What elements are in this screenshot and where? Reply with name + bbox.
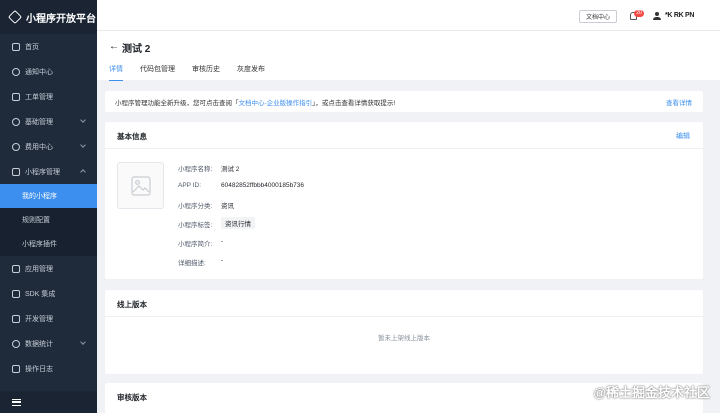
- info-row-category: 小程序分类: 资讯: [178, 200, 234, 210]
- brand[interactable]: 小程序开放平台: [0, 0, 97, 34]
- page-title: 测试 2: [122, 44, 151, 55]
- chevron-down-icon: [80, 142, 86, 148]
- sidebar-collapse[interactable]: [0, 391, 97, 413]
- basic-info-card: 基本信息 编辑 小程序名称: 测试 2 APP ID: 60482852ffbbb4…: [105, 122, 703, 279]
- app-icon-placeholder: [117, 162, 164, 209]
- tab-gray-release[interactable]: 灰度发布: [237, 64, 265, 81]
- tab-details[interactable]: 详情: [109, 64, 123, 81]
- info-row-tag: 小程序标签: 资讯行情: [178, 217, 255, 229]
- sidebar-item-label: 数据统计: [25, 340, 53, 348]
- app-category-value: 资讯: [221, 203, 234, 210]
- log-icon: [12, 364, 20, 373]
- info-row-description: 详细描述: -: [178, 257, 224, 267]
- card-title: 审核版本: [117, 393, 147, 402]
- gear-icon: [12, 117, 20, 126]
- ticket-icon: [12, 92, 20, 101]
- sidebar-item-dev[interactable]: 开发管理: [0, 306, 97, 331]
- sidebar-item-notifications[interactable]: 通知中心: [0, 59, 97, 84]
- user-icon[interactable]: [653, 12, 661, 20]
- sidebar-item-home[interactable]: 首页: [0, 34, 97, 59]
- sidebar-item-label: 费用中心: [25, 143, 53, 151]
- top-bar: 文档中心 20 *K RK PN: [97, 0, 720, 31]
- sidebar-item-label: SDK 集成: [25, 290, 56, 298]
- platform-logo-icon: [7, 9, 23, 25]
- back-arrow-icon[interactable]: ←: [109, 41, 119, 52]
- sidebar-item-my-miniprogram[interactable]: 我的小程序: [0, 184, 97, 208]
- empty-state: 暂未上架线上版本: [378, 335, 430, 342]
- tab-code-packages[interactable]: 代码包管理: [140, 64, 175, 81]
- app-id-value: 60482852ffbbb4000185b736: [221, 182, 305, 189]
- sidebar-item-label: 基础管理: [25, 118, 53, 126]
- divider: [105, 148, 703, 149]
- sidebar-item-tickets[interactable]: 工单管理: [0, 84, 97, 109]
- chart-icon: [12, 339, 20, 348]
- sidebar-item-label: 操作日志: [25, 365, 53, 373]
- watermark: @稀土掘金技术社区: [593, 385, 710, 400]
- app-description-value: -: [221, 257, 224, 264]
- info-row-intro: 小程序简介: -: [178, 238, 224, 248]
- home-icon: [12, 42, 20, 51]
- chevron-up-icon: [80, 169, 86, 175]
- tab-review-history[interactable]: 审核历史: [192, 64, 220, 81]
- page-header: ← 测试 2 详情 代码包管理 审核历史 灰度发布: [97, 31, 720, 81]
- sidebar-item-apps[interactable]: 应用管理: [0, 256, 97, 281]
- sidebar-item-label: 工单管理: [25, 93, 53, 101]
- sidebar-item-sdk[interactable]: SDK 集成: [0, 281, 97, 306]
- chevron-down-icon: [80, 117, 86, 123]
- view-details-link[interactable]: 查看详情: [666, 97, 692, 107]
- apps-icon: [12, 264, 20, 273]
- bell-icon: [12, 67, 20, 76]
- image-icon: [131, 176, 151, 196]
- sidebar-item-billing[interactable]: 费用中心: [0, 134, 97, 159]
- sidebar-item-plugins[interactable]: 小程序插件: [0, 232, 97, 256]
- code-icon: [12, 314, 20, 323]
- menu-icon: [12, 398, 21, 406]
- sidebar-item-label: 通知中心: [25, 68, 53, 76]
- online-version-card: 线上版本 暂未上架线上版本: [105, 290, 703, 374]
- sdk-icon: [12, 289, 20, 298]
- info-row-name: 小程序名称: 测试 2: [178, 163, 239, 173]
- sidebar-item-basic[interactable]: 基础管理: [0, 109, 97, 134]
- notice-banner: 小程序管理功能全新升级，您可点击查阅「文档中心-企业版操作指引」，或点击查看详情…: [105, 91, 703, 112]
- info-row-appid: APP ID: 60482852ffbbb4000185b736: [178, 182, 305, 189]
- doc-center-button[interactable]: 文档中心: [579, 10, 617, 23]
- sidebar-item-miniprogram[interactable]: 小程序管理: [0, 159, 97, 184]
- card-title: 线上版本: [117, 300, 147, 309]
- notification-badge: 20: [634, 10, 644, 17]
- app-tag: 资讯行情: [221, 217, 255, 229]
- sidebar-item-label: 小程序管理: [25, 168, 60, 176]
- sidebar-item-label: 开发管理: [25, 315, 53, 323]
- doc-guide-link[interactable]: 文档中心-企业版操作指引: [239, 100, 313, 107]
- app-name-value: 测试 2: [221, 166, 240, 173]
- username[interactable]: *K RK PN: [665, 12, 694, 19]
- sidebar-item-label: 首页: [25, 43, 39, 51]
- divider: [105, 316, 703, 317]
- chevron-down-icon: [80, 339, 86, 345]
- notice-text: 小程序管理功能全新升级，您可点击查阅「文档中心-企业版操作指引」，或点击查看详情…: [115, 100, 396, 107]
- billing-icon: [12, 142, 20, 151]
- miniprogram-icon: [12, 167, 20, 176]
- app-intro-value: -: [221, 238, 224, 245]
- sidebar-item-rules[interactable]: 规则配置: [0, 208, 97, 232]
- tabs: 详情 代码包管理 审核历史 灰度发布: [109, 64, 282, 81]
- sidebar-item-label: 应用管理: [25, 265, 53, 273]
- sidebar-item-stats[interactable]: 数据统计: [0, 331, 97, 356]
- sidebar: 小程序开放平台 首页 通知中心 工单管理 基础管理 费用中心 小程序管理 我的小…: [0, 0, 97, 413]
- edit-link[interactable]: 编辑: [676, 131, 690, 141]
- sidebar-item-logs[interactable]: 操作日志: [0, 356, 97, 381]
- card-title: 基本信息: [117, 132, 147, 141]
- brand-title: 小程序开放平台: [26, 13, 96, 25]
